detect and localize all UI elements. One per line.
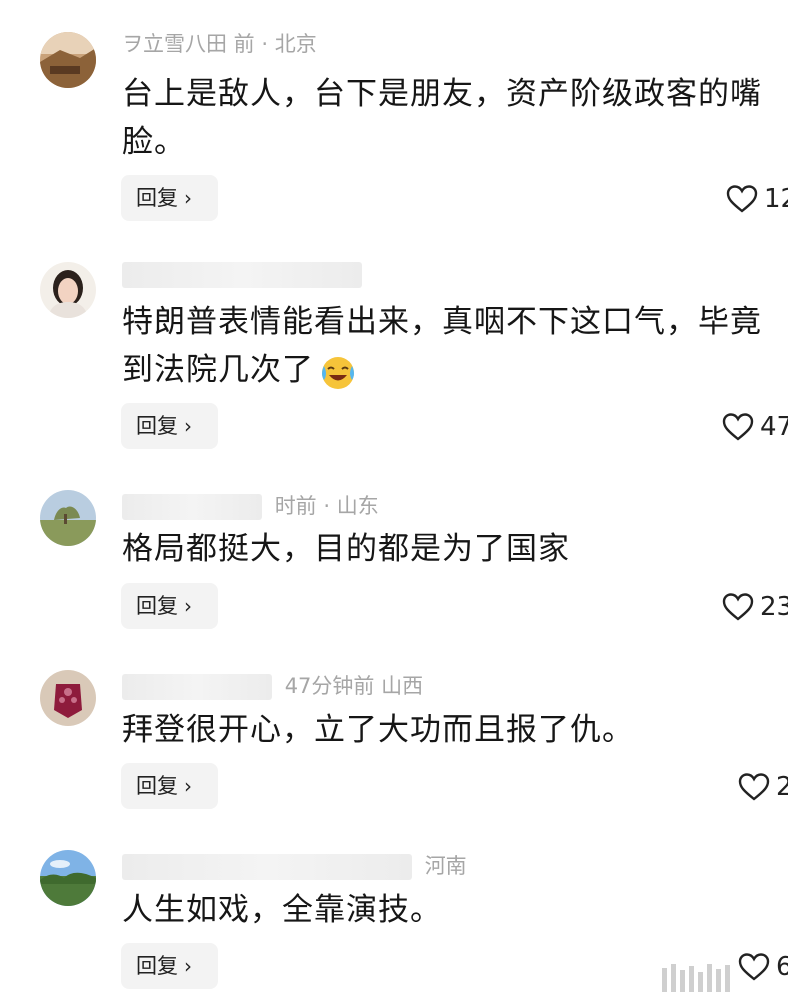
comment-meta-text: ヲ立雪八田 前 · 北京 [122, 32, 317, 56]
reply-button[interactable]: 回复 › [121, 583, 218, 629]
comment-meta: 47分钟前 山西 [122, 672, 423, 700]
comment-text: 格局都挺大，目的都是为了国家 [122, 531, 570, 567]
avatar[interactable] [40, 32, 96, 88]
comment-meta: 时前 · 山东 [122, 492, 379, 520]
like-count: 12 [764, 183, 788, 214]
avatar[interactable] [40, 262, 96, 318]
chevron-right-icon: › [184, 594, 192, 618]
heart-icon [722, 412, 754, 441]
heart-icon [726, 184, 758, 213]
reply-button-label: 回复 [136, 186, 178, 210]
crying-laughing-emoji-icon [318, 352, 358, 392]
chevron-right-icon: › [184, 186, 192, 210]
comment-text: 人生如戏，全靠演技。 [122, 892, 442, 928]
reply-button-label: 回复 [136, 594, 178, 618]
reply-button-label: 回复 [136, 954, 178, 978]
like-button[interactable]: 23 [722, 586, 788, 626]
comment-meta: 河南 [122, 852, 467, 880]
reply-button-label: 回复 [136, 414, 178, 438]
chevron-right-icon: › [184, 954, 192, 978]
reply-button[interactable]: 回复 › [121, 763, 218, 809]
reply-button[interactable]: 回复 › [121, 175, 218, 221]
comment-meta-text: 时前 · 山东 [274, 494, 379, 518]
like-count: 23 [760, 591, 788, 622]
comment-meta-text: 47分钟前 山西 [284, 674, 424, 698]
like-count: 2 [776, 771, 788, 802]
like-button[interactable]: 2 [738, 766, 788, 806]
reply-button[interactable]: 回复 › [121, 403, 218, 449]
comment-meta: ヲ立雪八田 前 · 北京 [122, 30, 317, 58]
avatar[interactable] [40, 670, 96, 726]
like-count: 6 [776, 951, 788, 982]
comment-text-content: 特朗普表情能看出来，真咽不下这口气，毕竟到法院几次了 [122, 304, 762, 388]
heart-icon [722, 592, 754, 621]
avatar[interactable] [40, 490, 96, 546]
reply-button[interactable]: 回复 › [121, 943, 218, 989]
avatar[interactable] [40, 850, 96, 906]
comment-text: 特朗普表情能看出来，真咽不下这口气，毕竟到法院几次了 [122, 298, 786, 394]
heart-icon [738, 772, 770, 801]
watermark-icon [662, 964, 730, 992]
like-button[interactable]: 47 [722, 406, 788, 446]
like-button[interactable]: 12 [726, 178, 788, 218]
comment-text: 台上是敌人，台下是朋友，资产阶级政客的嘴脸。 [122, 76, 762, 160]
chevron-right-icon: › [184, 774, 192, 798]
comment-meta [122, 260, 368, 288]
chevron-right-icon: › [184, 414, 192, 438]
like-count: 47 [760, 411, 788, 442]
comment-text: 拜登很开心，立了大功而且报了仇。 [122, 712, 634, 748]
comment-meta-text: 河南 [424, 854, 467, 878]
reply-button-label: 回复 [136, 774, 178, 798]
